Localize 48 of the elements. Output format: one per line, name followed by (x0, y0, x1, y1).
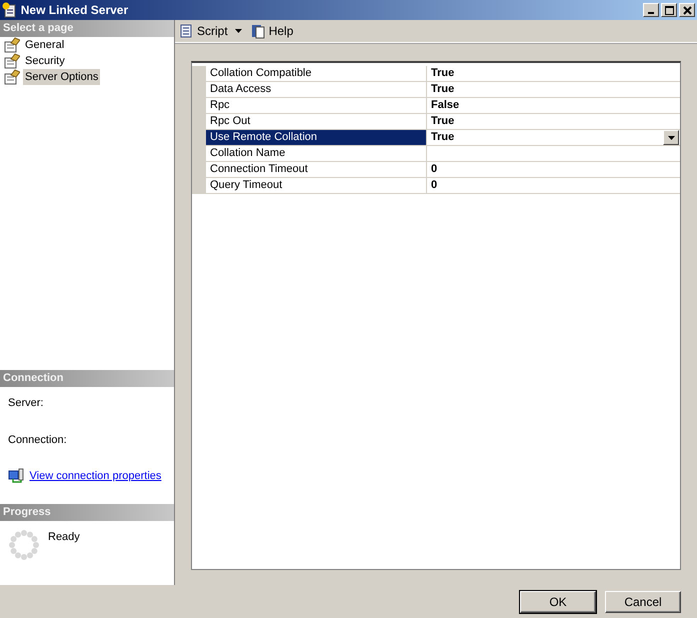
property-value[interactable]: True (431, 114, 454, 129)
network-icon (8, 468, 24, 484)
property-value[interactable]: True (431, 130, 454, 145)
link[interactable]: View connection properties (30, 468, 162, 484)
scroll-icon (178, 23, 194, 39)
property-value[interactable]: True (431, 82, 454, 97)
property-value[interactable]: False (431, 98, 460, 113)
toolbar-button[interactable]: Help (250, 22, 294, 40)
section-header: Connection (0, 370, 174, 387)
page-icon (4, 37, 20, 53)
field-label: Server: (7, 396, 44, 411)
property-value[interactable]: 0 (431, 178, 438, 193)
toolbar-button[interactable]: Script (178, 22, 242, 40)
sidebar-item[interactable]: Server Options (23, 68, 100, 86)
field-label: Connection: (7, 432, 68, 448)
property-name[interactable]: Collation Name (206, 146, 427, 162)
close-icon (681, 4, 693, 16)
property-name[interactable]: Query Timeout (206, 178, 427, 194)
caret-icon (234, 29, 242, 33)
section-header: Select a page (0, 20, 174, 37)
sidebar-item[interactable]: General (23, 36, 66, 54)
cancel-button[interactable]: Cancel (605, 590, 681, 612)
caret-icon (668, 136, 674, 140)
minimize-icon (648, 12, 654, 14)
property-value[interactable]: True (431, 66, 454, 81)
property-name[interactable]: Use Remote Collation (206, 130, 427, 146)
property-name[interactable]: Connection Timeout (206, 162, 427, 178)
help-book-icon (250, 23, 266, 39)
sidebar-item[interactable]: Security (23, 52, 67, 70)
server-icon (2, 2, 18, 18)
spinner-icon (8, 529, 40, 561)
page-icon (4, 69, 20, 85)
ok-button[interactable]: OK (520, 590, 596, 612)
property-value[interactable]: 0 (431, 162, 438, 177)
property-name[interactable]: Rpc (206, 98, 427, 114)
property-name[interactable]: Collation Compatible (206, 66, 427, 82)
window-title: New Linked Server (20, 2, 130, 19)
minimize-button[interactable] (643, 3, 659, 17)
row-header[interactable] (192, 178, 206, 194)
property-name[interactable]: Data Access (206, 82, 427, 98)
maximize-button[interactable] (661, 3, 677, 17)
row-header[interactable] (192, 66, 206, 82)
dropdown-button[interactable] (663, 130, 679, 145)
page-icon (4, 53, 20, 69)
close-button[interactable] (679, 3, 695, 17)
status-text: Ready (48, 530, 80, 545)
section-header: Progress (0, 504, 174, 521)
maximize-icon (663, 4, 675, 16)
